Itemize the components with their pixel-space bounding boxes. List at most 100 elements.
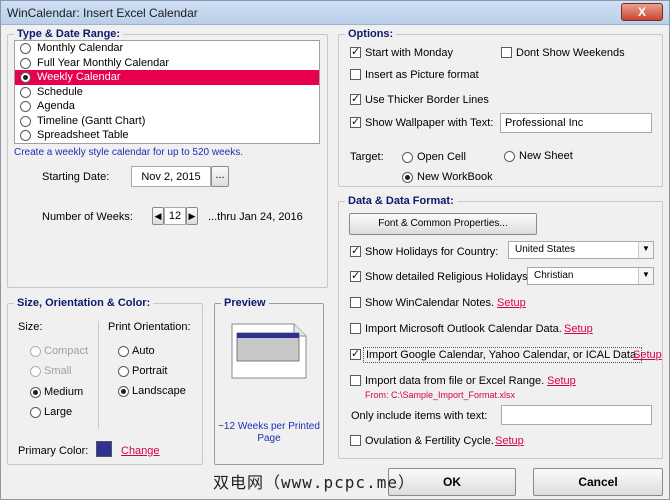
radio-icon[interactable]: [20, 86, 31, 98]
wincal-notes-label: Show WinCalendar Notes.: [365, 297, 495, 309]
size-compact-radio: [30, 346, 41, 357]
weeks-stepper-value[interactable]: 12: [164, 207, 186, 225]
date-picker-button[interactable]: ...: [211, 166, 229, 187]
size-label: Size:: [18, 321, 43, 333]
ovulation-label: Ovulation & Fertility Cycle.: [365, 435, 494, 447]
preview-caption: ~12 Weeks per Printed Page: [218, 421, 320, 444]
wallpaper-text-input[interactable]: Professional Inc: [500, 113, 652, 133]
ovulation-setup-link[interactable]: Setup: [495, 435, 524, 447]
close-button[interactable]: X: [621, 3, 663, 21]
list-item-agenda[interactable]: Agenda: [15, 99, 319, 114]
radio-icon[interactable]: [20, 115, 31, 127]
import-file-label: Import data from file or Excel Range.: [365, 375, 545, 387]
outlook-checkbox[interactable]: [350, 323, 361, 334]
insert-picture-checkbox[interactable]: [350, 69, 361, 80]
dialog-window: WinCalendar: Insert Excel Calendar X Typ…: [0, 0, 670, 500]
calendar-type-list[interactable]: Monthly Calendar Full Year Monthly Calen…: [14, 40, 320, 144]
target-open-cell-label: Open Cell: [417, 151, 466, 163]
thicker-border-label: Use Thicker Border Lines: [365, 94, 489, 106]
target-label: Target:: [350, 151, 384, 163]
size-large-label: Large: [44, 406, 73, 418]
orientation-landscape-radio[interactable]: [118, 386, 129, 397]
size-large-radio[interactable]: [30, 407, 41, 418]
cancel-button[interactable]: Cancel: [533, 468, 663, 496]
show-wallpaper-checkbox[interactable]: [350, 115, 361, 128]
orientation-auto-radio[interactable]: [118, 346, 129, 357]
import-file-setup-link[interactable]: Setup: [547, 375, 576, 387]
weeks-increment-button[interactable]: ▶: [186, 207, 198, 225]
number-of-weeks-label: Number of Weeks:: [42, 211, 133, 223]
starting-date-field[interactable]: Nov 2, 2015: [131, 166, 211, 187]
type-description: Create a weekly style calendar for up to…: [14, 147, 244, 158]
preview-title: Preview: [221, 297, 269, 309]
watermark-text: 双电网（www.pcpc.me）: [213, 473, 415, 492]
size-compact-label: Compact: [44, 345, 89, 357]
title-bar: WinCalendar: Insert Excel Calendar X: [1, 1, 669, 25]
orientation-landscape-label: Landscape: [132, 385, 186, 397]
list-item-monthly[interactable]: Monthly Calendar: [15, 41, 319, 56]
font-properties-button[interactable]: Font & Common Properties...: [349, 213, 537, 235]
primary-color-label: Primary Color:: [18, 445, 89, 457]
target-new-sheet-label: New Sheet: [519, 150, 573, 162]
list-item-schedule[interactable]: Schedule: [15, 85, 319, 100]
size-medium-radio[interactable]: [30, 387, 41, 398]
thicker-border-checkbox[interactable]: [350, 92, 361, 105]
chevron-down-icon[interactable]: ▼: [638, 268, 653, 284]
start-monday-label: Start with Monday: [365, 47, 454, 59]
import-file-path: From: C:\Sample_Import_Format.xlsx: [365, 390, 516, 400]
holidays-country-select[interactable]: United States ▼: [508, 241, 654, 259]
google-calendar-label: Import Google Calendar, Yahoo Calendar, …: [363, 347, 643, 363]
orientation-portrait-radio[interactable]: [118, 366, 129, 377]
print-orientation-label: Print Orientation:: [108, 321, 191, 333]
wincal-notes-setup-link[interactable]: Setup: [497, 297, 526, 309]
target-new-workbook-radio[interactable]: [402, 172, 413, 183]
religious-holidays-label: Show detailed Religious Holidays:: [365, 271, 531, 283]
dont-show-weekends-label: Dont Show Weekends: [516, 47, 625, 59]
google-calendar-setup-link[interactable]: Setup: [633, 349, 662, 361]
holidays-checkbox[interactable]: [350, 244, 361, 257]
dont-show-weekends-checkbox[interactable]: [501, 47, 512, 58]
data-format-title: Data & Data Format:: [345, 195, 457, 207]
radio-icon[interactable]: [20, 130, 31, 141]
size-small-radio: [30, 366, 41, 377]
google-calendar-checkbox[interactable]: [350, 347, 361, 360]
ovulation-checkbox[interactable]: [350, 435, 361, 446]
outlook-label: Import Microsoft Outlook Calendar Data.: [365, 323, 562, 335]
wincal-notes-checkbox[interactable]: [350, 297, 361, 308]
only-include-label: Only include items with text:: [351, 410, 488, 422]
chevron-down-icon[interactable]: ▼: [638, 242, 653, 258]
target-open-cell-radio[interactable]: [402, 152, 413, 163]
size-small-label: Small: [44, 365, 72, 377]
radio-icon[interactable]: [20, 101, 31, 112]
orientation-auto-label: Auto: [132, 345, 155, 357]
orientation-divider: [98, 321, 99, 429]
import-file-checkbox[interactable]: [350, 375, 361, 386]
starting-date-label: Starting Date:: [42, 171, 110, 183]
list-item-timeline[interactable]: Timeline (Gantt Chart): [15, 114, 319, 129]
options-title: Options:: [345, 28, 397, 40]
show-wallpaper-label: Show Wallpaper with Text:: [365, 117, 494, 129]
only-include-input[interactable]: [501, 405, 652, 425]
outlook-setup-link[interactable]: Setup: [564, 323, 593, 335]
window-title: WinCalendar: Insert Excel Calendar: [7, 6, 198, 20]
preview-page-icon: [231, 323, 307, 379]
list-item-spreadsheet[interactable]: Spreadsheet Table: [15, 128, 319, 143]
list-item-full-year[interactable]: Full Year Monthly Calendar: [15, 56, 319, 71]
weeks-decrement-button[interactable]: ◀: [152, 207, 164, 225]
change-color-link[interactable]: Change: [121, 445, 160, 457]
religious-holidays-checkbox[interactable]: [350, 269, 361, 282]
list-item-weekly[interactable]: Weekly Calendar: [15, 70, 319, 85]
start-monday-checkbox[interactable]: [350, 45, 361, 58]
religious-holidays-select[interactable]: Christian ▼: [527, 267, 654, 285]
type-date-range-title: Type & Date Range:: [14, 28, 124, 40]
radio-selected-icon[interactable]: [20, 72, 31, 83]
weeks-thru-date: ...thru Jan 24, 2016: [208, 211, 303, 223]
primary-color-swatch[interactable]: [96, 441, 112, 457]
radio-icon[interactable]: [20, 57, 31, 69]
insert-picture-label: Insert as Picture format: [365, 69, 479, 81]
size-medium-label: Medium: [44, 386, 84, 398]
target-new-workbook-label: New WorkBook: [417, 171, 493, 183]
radio-icon[interactable]: [20, 43, 31, 54]
target-new-sheet-radio[interactable]: [504, 151, 515, 162]
orientation-portrait-label: Portrait: [132, 365, 168, 377]
